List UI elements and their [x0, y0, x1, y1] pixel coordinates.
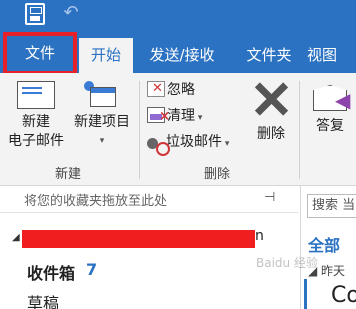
ignore-icon [147, 78, 165, 100]
delete-label: 删除 [257, 126, 285, 142]
ignore-label: 忽略 [167, 82, 195, 98]
tab-folder[interactable]: 文件夹 [233, 38, 305, 73]
new-items-button[interactable]: 新建项目 ▾ [70, 81, 134, 151]
inbox-folder[interactable]: 收件箱 [27, 260, 75, 284]
favorites-hint: 将您的收藏夹拖放至此处 [24, 194, 168, 209]
tab-send-receive[interactable]: 发送/接收 [137, 38, 227, 73]
new-items-label: 新建项目 [74, 114, 130, 130]
chevron-down-icon: ▾ [99, 136, 105, 146]
outlook-window: ↶ 文件 开始 发送/接收 文件夹 视图 新建 电子邮件 新建项目 ▾ 新建 忽… [0, 0, 356, 309]
clean-up-label: 清理 [167, 108, 195, 124]
new-email-label-1: 新建 [22, 114, 50, 130]
account-row[interactable]: ◢ n [0, 228, 298, 250]
new-email-label-2: 电子邮件 [8, 133, 64, 149]
delete-icon [253, 81, 289, 117]
favorites-divider [0, 212, 298, 213]
new-email-icon [17, 81, 55, 109]
save-icon[interactable] [25, 3, 45, 25]
reply-label: 答复 [316, 118, 344, 134]
account-name-tail: n [255, 228, 264, 244]
ribbon-divider [299, 81, 300, 179]
group-header-label: 昨天 [321, 264, 346, 278]
tab-view[interactable]: 视图 [307, 38, 356, 73]
pin-icon[interactable]: ⊣ [264, 190, 275, 205]
expand-triangle-icon[interactable]: ◢ [12, 232, 20, 243]
tab-home[interactable]: 开始 [79, 38, 133, 73]
pane-divider[interactable] [300, 186, 301, 309]
delete-button[interactable]: 删除 [250, 81, 292, 144]
account-name-redaction [22, 230, 255, 248]
drafts-folder[interactable]: 草稿 [27, 290, 59, 309]
title-bar: ↶ 文件 开始 发送/接收 文件夹 视图 [0, 0, 356, 75]
message-preview: Co [331, 283, 356, 308]
junk-icon [147, 138, 170, 156]
group-label-new: 新建 [55, 167, 82, 182]
ribbon-divider [139, 81, 140, 179]
group-label-delete: 删除 [204, 167, 231, 182]
new-items-icon [84, 81, 120, 111]
inbox-unread-count: 7 [86, 260, 98, 279]
new-email-button[interactable]: 新建 电子邮件 [6, 81, 66, 151]
junk-button[interactable]: 垃圾邮件 ▾ [147, 131, 229, 156]
ribbon: 新建 电子邮件 新建项目 ▾ 新建 忽略 清理 ▾ 垃圾邮件 ▾ 删除 删除 [0, 73, 356, 186]
undo-icon[interactable]: ↶ [60, 3, 82, 23]
tab-file[interactable]: 文件 [3, 32, 77, 75]
reply-button[interactable]: ◀ 答复 [308, 81, 352, 136]
clean-up-button[interactable]: 清理 ▾ [147, 105, 202, 128]
reply-icon: ◀ [313, 81, 350, 111]
search-input[interactable]: 搜索 当 [307, 194, 356, 218]
clean-up-icon [147, 106, 170, 128]
junk-label: 垃圾邮件 [166, 134, 222, 150]
ignore-button[interactable]: 忽略 [147, 78, 195, 101]
group-header-yesterday[interactable]: ◢ 昨天 [308, 262, 345, 279]
message-list-item[interactable]: Co [304, 279, 356, 309]
filter-all-tab[interactable]: 全部 [308, 232, 340, 256]
